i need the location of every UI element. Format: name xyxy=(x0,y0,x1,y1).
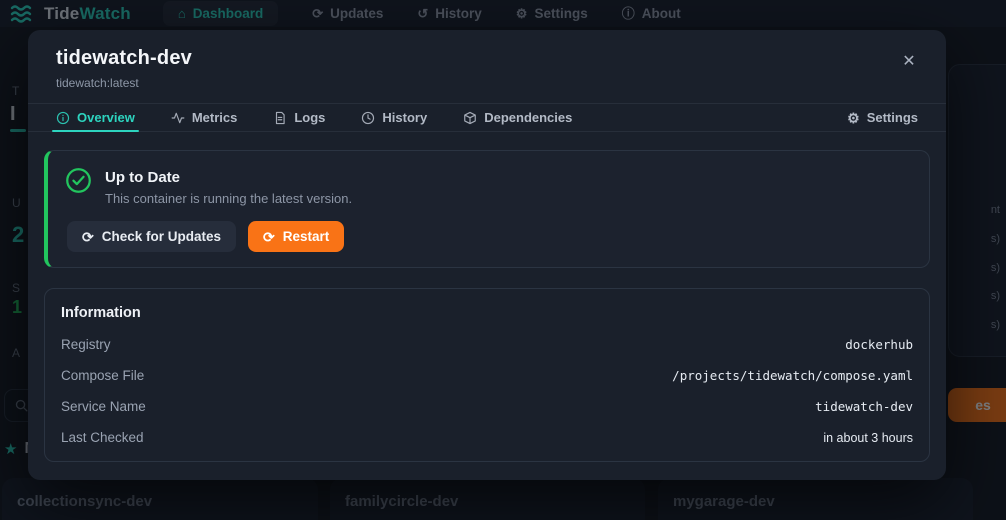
info-row-last-checked: Last Checked in about 3 hours xyxy=(61,422,913,453)
status-description: This container is running the latest ver… xyxy=(105,191,352,206)
file-text-icon xyxy=(273,111,287,125)
tab-overview[interactable]: Overview xyxy=(56,104,135,131)
modal-tabs: Overview Metrics Logs H xyxy=(28,104,946,132)
info-label: Compose File xyxy=(61,368,144,383)
information-title: Information xyxy=(61,305,913,321)
info-circle-icon xyxy=(56,111,70,125)
activity-icon xyxy=(171,111,185,125)
information-card: Information Registry dockerhub Compose F… xyxy=(44,288,930,462)
container-detail-modal: tidewatch-dev tidewatch:latest ✕ Overvie… xyxy=(28,30,946,480)
refresh-icon: ⟳ xyxy=(82,230,94,244)
check-for-updates-button[interactable]: ⟳ Check for Updates xyxy=(67,221,236,252)
tab-label: Overview xyxy=(77,110,135,125)
gear-icon: ⚙ xyxy=(847,111,860,125)
info-label: Last Checked xyxy=(61,430,144,445)
info-value: tidewatch-dev xyxy=(815,399,913,414)
info-row-registry: Registry dockerhub xyxy=(61,329,913,360)
info-value: /projects/tidewatch/compose.yaml xyxy=(672,368,913,383)
package-icon xyxy=(463,111,477,125)
tab-history[interactable]: History xyxy=(361,104,427,131)
tab-metrics[interactable]: Metrics xyxy=(171,104,238,131)
modal-header: tidewatch-dev tidewatch:latest ✕ xyxy=(28,30,946,104)
info-value: dockerhub xyxy=(845,337,913,352)
info-row-service-name: Service Name tidewatch-dev xyxy=(61,391,913,422)
modal-subtitle-image-tag: tidewatch:latest xyxy=(56,76,918,90)
button-label: Check for Updates xyxy=(102,229,221,244)
tab-dependencies[interactable]: Dependencies xyxy=(463,104,572,131)
info-label: Service Name xyxy=(61,399,146,414)
tabs-spacer xyxy=(608,104,811,131)
info-value: in about 3 hours xyxy=(823,431,913,445)
tab-label: Dependencies xyxy=(484,110,572,125)
tab-label: Metrics xyxy=(192,110,238,125)
modal-body: Up to Date This container is running the… xyxy=(28,132,946,480)
up-to-date-card: Up to Date This container is running the… xyxy=(44,150,930,268)
info-label: Registry xyxy=(61,337,111,352)
clock-icon xyxy=(361,111,375,125)
tab-label: History xyxy=(382,110,427,125)
restart-button[interactable]: ⟳ Restart xyxy=(248,221,344,252)
refresh-icon: ⟳ xyxy=(263,230,275,244)
button-label: Restart xyxy=(283,229,330,244)
tab-label: Logs xyxy=(294,110,325,125)
modal-title: tidewatch-dev xyxy=(56,47,918,70)
tab-logs[interactable]: Logs xyxy=(273,104,325,131)
check-circle-icon xyxy=(65,167,92,206)
status-title: Up to Date xyxy=(105,167,352,186)
info-row-compose-file: Compose File /projects/tidewatch/compose… xyxy=(61,360,913,391)
tab-settings[interactable]: ⚙ Settings xyxy=(847,104,918,131)
close-icon[interactable]: ✕ xyxy=(896,48,922,74)
tab-label: Settings xyxy=(867,110,918,125)
